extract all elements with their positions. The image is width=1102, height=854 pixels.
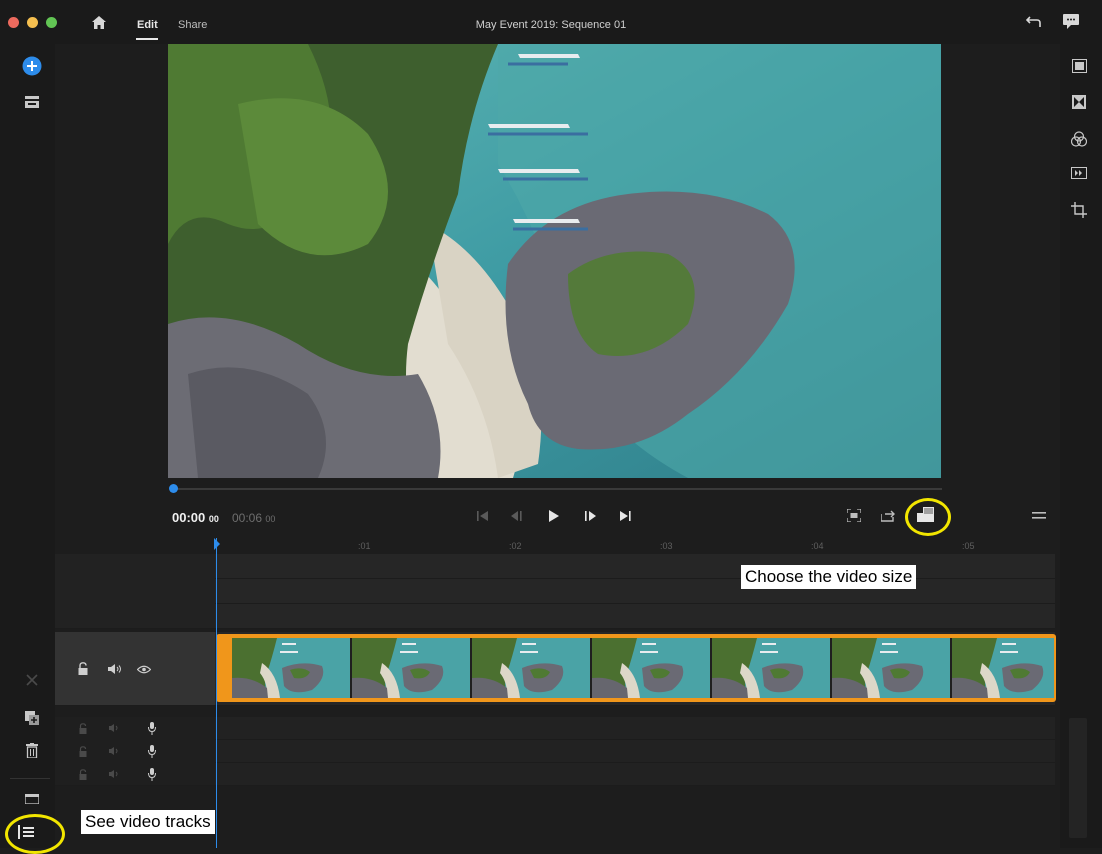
fit-to-window-icon[interactable] (847, 509, 861, 522)
step-back-icon[interactable] (511, 510, 523, 522)
go-to-end-icon[interactable] (619, 510, 631, 522)
current-frames: 00 (208, 514, 219, 524)
step-forward-icon[interactable] (584, 510, 597, 522)
comments-icon[interactable] (1063, 14, 1079, 29)
eye-icon[interactable] (137, 665, 151, 674)
microphone-icon[interactable] (148, 745, 156, 758)
properties-icon[interactable] (1072, 59, 1087, 73)
current-timecode: 00:00 00 (172, 510, 219, 525)
export-frame-icon[interactable] (881, 509, 895, 522)
current-time: 00:00 (172, 510, 206, 525)
total-timecode: 00:06 00 (232, 511, 275, 525)
empty-track-header (55, 554, 215, 628)
total-time: 00:06 (232, 511, 263, 525)
ruler-label: :02 (509, 541, 522, 551)
add-media-icon[interactable] (22, 56, 42, 76)
crop-icon[interactable] (1071, 202, 1087, 218)
speed-icon[interactable] (1071, 167, 1087, 179)
clip-thumbnail (592, 638, 712, 698)
video-tracks-highlight (5, 814, 65, 854)
title-bar: Edit Share May Event 2019: Sequence 01 (0, 0, 1102, 44)
scissors-icon[interactable] (25, 673, 39, 687)
menu-icon[interactable] (1032, 512, 1046, 520)
lock-icon[interactable] (79, 746, 87, 757)
clip-thumbnail (712, 638, 832, 698)
clip-thumbnails[interactable] (232, 638, 1054, 698)
video-tracks-callout: See video tracks (81, 810, 215, 834)
go-to-start-icon[interactable] (477, 510, 489, 522)
clip-thumbnail (472, 638, 592, 698)
lock-icon[interactable] (78, 662, 88, 675)
playhead[interactable] (216, 538, 217, 848)
clip-thumbnail (232, 638, 352, 698)
lock-icon[interactable] (79, 769, 87, 780)
speaker-icon[interactable] (109, 770, 120, 778)
total-frames: 00 (265, 514, 276, 524)
video-tracks-icon[interactable] (18, 825, 34, 839)
project-panel-icon[interactable] (25, 96, 39, 108)
scrubber-handle[interactable] (169, 484, 178, 493)
window-title: May Event 2019: Sequence 01 (475, 19, 627, 31)
play-icon[interactable] (548, 510, 560, 522)
video-preview[interactable] (168, 44, 941, 478)
undo-icon[interactable] (1026, 15, 1042, 29)
speaker-icon[interactable] (109, 724, 120, 732)
video-size-icon[interactable] (917, 507, 934, 522)
microphone-icon[interactable] (148, 768, 156, 781)
vertical-scrollbar[interactable] (1069, 718, 1087, 838)
ruler-label: :01 (358, 541, 371, 551)
ruler-label: :05 (962, 541, 975, 551)
left-toolbar (0, 44, 55, 848)
microphone-icon[interactable] (148, 722, 156, 735)
active-tab-indicator (136, 38, 158, 40)
transitions-icon[interactable] (1072, 95, 1086, 109)
speaker-icon[interactable] (108, 664, 122, 674)
toolbar-divider (10, 778, 50, 779)
clip-thumbnail (832, 638, 952, 698)
duplicate-icon[interactable] (25, 711, 39, 725)
clip-thumbnail (352, 638, 472, 698)
speaker-icon[interactable] (109, 747, 120, 755)
timeline-ruler[interactable] (55, 536, 1055, 554)
lock-icon[interactable] (79, 723, 87, 734)
scrubber-track[interactable] (172, 488, 942, 490)
clip-thumbnail (952, 638, 1054, 698)
color-icon[interactable] (1071, 131, 1087, 147)
ruler-label: :04 (811, 541, 824, 551)
trash-icon[interactable] (26, 743, 38, 758)
video-size-callout: Choose the video size (741, 565, 917, 589)
playhead-handle[interactable] (214, 538, 220, 550)
ruler-label: :03 (660, 541, 673, 551)
audio-panel-icon[interactable] (25, 794, 39, 804)
